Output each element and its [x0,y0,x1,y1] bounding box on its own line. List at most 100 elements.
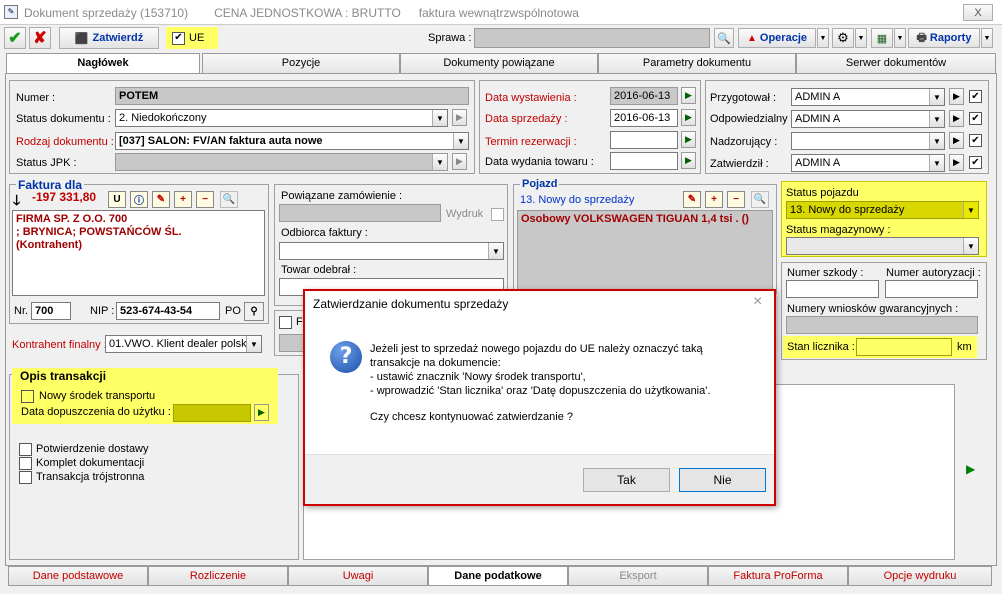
no-button[interactable]: Nie [679,468,766,492]
numer-field[interactable]: POTEM [115,87,469,105]
confirm-button[interactable]: ⬛ Zatwierdź [59,27,159,49]
accept-icon[interactable]: ✔ [4,27,26,49]
f-checkbox[interactable] [279,316,292,329]
powiazane-zamowienie-field[interactable] [279,204,441,222]
komplet-checkbox[interactable] [19,457,32,470]
nr-field[interactable]: 700 [31,302,71,320]
data-wydania-play-icon[interactable]: ▶ [681,152,696,169]
chevron-down-icon: ▼ [432,154,447,170]
nadzorujacy-label: Nadzorujący : [710,136,778,148]
operacje-button[interactable]: ▲ Operacje [738,28,816,48]
odpowiedzialny-play-icon[interactable]: ▶ [949,110,964,127]
raporty-button[interactable]: 🖶 Raporty [908,28,980,48]
remove-icon[interactable]: − [196,191,214,208]
odpowiedzialny-select[interactable]: ADMIN A ▼ [791,110,945,128]
status-dokumentu-select[interactable]: 2. Niedokończony ▼ [115,109,448,127]
pojazd-remove-icon[interactable]: − [727,191,745,208]
data-dopuszczenia-field[interactable] [173,404,251,422]
data-dopuszczenia-play-icon[interactable]: ▶ [254,404,269,421]
potwierdzenie-checkbox[interactable] [19,443,32,456]
add-icon[interactable]: + [174,191,192,208]
numer-szkody-field[interactable] [786,280,879,298]
toolbar: ✔ ✘ ⬛ Zatwierdź ✔ UE Sprawa : 🔍 ▲ Operacje… [0,25,1002,52]
yes-button[interactable]: Tak [583,468,670,492]
tab-dane-podstawowe[interactable]: Dane podstawowe [8,566,148,586]
tab-parametry-dokumentu[interactable]: Parametry dokumentu [598,53,796,73]
odbiorca-faktury-select[interactable]: ▼ [279,242,504,260]
tab-uwagi[interactable]: Uwagi [288,566,428,586]
przygotowal-checkbox[interactable]: ✔ [969,90,982,103]
numery-wnioskow-field[interactable] [786,316,978,334]
tab-rozliczenie[interactable]: Rozliczenie [148,566,288,586]
pojazd-search-icon[interactable]: 🔍 [751,191,769,208]
wydruk-checkbox[interactable] [491,208,504,221]
trojstronna-checkbox[interactable] [19,471,32,484]
gear-dropdown-icon[interactable]: ▼ [855,28,867,48]
pojazd-edit-icon[interactable]: ✎ [683,191,701,208]
gear-icon[interactable]: ⚙ [832,28,854,48]
kontrahent-finalny-select[interactable]: 01.VWO. Klient dealer polski ▼ [105,335,262,353]
stan-licznika-field[interactable] [856,338,952,356]
tab-serwer-dokumentow[interactable]: Serwer dokumentów [796,53,996,73]
client-box[interactable]: FIRMA SP. Z O.O. 700 ; BRYNICA; POWSTAŃC… [12,210,265,296]
status-play-icon[interactable]: ▶ [452,109,467,126]
przygotowal-select[interactable]: ADMIN A ▼ [791,88,945,106]
przygotowal-play-icon[interactable]: ▶ [949,88,964,105]
nadzorujacy-play-icon[interactable]: ▶ [949,132,964,149]
ue-checkbox[interactable]: ✔ [172,31,185,45]
data-wydania-field[interactable] [610,152,678,170]
message-question: Czy chcesz kontynuować zatwierdzanie ? [370,411,573,423]
status-pojazdu-label: Status pojazdu [786,187,859,199]
termin-rezerwacji-field[interactable] [610,131,678,149]
tab-dokumenty-powiazane[interactable]: Dokumenty powiązane [400,53,598,73]
tab-naglowek[interactable]: Nagłówek [6,53,200,74]
pojazd-add-icon[interactable]: + [705,191,723,208]
status-jpk-select[interactable]: ▼ [115,153,448,171]
termin-rezerwacji-play-icon[interactable]: ▶ [681,131,696,148]
search-icon[interactable]: 🔍 [220,191,238,208]
jpk-play-icon[interactable]: ▶ [452,153,467,170]
tab-opcje-wydruku[interactable]: Opcje wydruku [848,566,992,586]
edit-icon[interactable]: ✎ [152,191,170,208]
nip-field[interactable]: 523-674-43-54 [116,302,220,320]
data-wystawienia-field[interactable]: 2016-06-13 [610,87,678,105]
zatwierdzil-play-icon[interactable]: ▶ [949,154,964,171]
palette-icon[interactable]: ▦ [871,28,893,48]
nadzorujacy-checkbox[interactable]: ✔ [969,134,982,147]
stamp-icon: ⬛ [74,32,89,45]
nowy-srodek-label: Nowy środek transportu [39,390,156,402]
operacje-dropdown-icon[interactable]: ▼ [817,28,829,48]
dialog-close-icon[interactable]: × [753,293,762,311]
zatwierdzil-checkbox[interactable]: ✔ [969,156,982,169]
nadzorujacy-select[interactable]: ▼ [791,132,945,150]
vehicle-box[interactable]: Osobowy VOLKSWAGEN TIGUAN 1,4 tsi . () [517,210,773,290]
odpowiedzialny-checkbox[interactable]: ✔ [969,112,982,125]
search-icon[interactable]: 🔍 [714,28,734,48]
person-icon[interactable]: ⚲ [244,302,264,321]
raporty-dropdown-icon[interactable]: ▼ [981,28,993,48]
info-icon[interactable]: ⓘ [130,191,148,208]
data-sprzedazy-field[interactable]: 2016-06-13 [610,109,678,127]
chevron-down-icon: ▼ [432,110,447,126]
sprawa-field[interactable] [474,28,710,48]
status-pojazdu-select[interactable]: 13. Nowy do sprzedaży ▼ [786,201,979,219]
tab-faktura-proforma[interactable]: Faktura ProForma [708,566,848,586]
data-wystawienia-play-icon[interactable]: ▶ [681,87,696,104]
ue-checkbox-area[interactable]: ✔ UE [166,27,218,49]
nowy-srodek-checkbox[interactable] [21,390,34,403]
tab-pozycje[interactable]: Pozycje [202,53,400,73]
u-icon[interactable]: U [108,191,126,208]
numer-autoryzacji-field[interactable] [885,280,978,298]
tab-dane-podatkowe[interactable]: Dane podatkowe [428,566,568,586]
status-magazynowy-select[interactable]: ▼ [786,237,979,255]
expand-arrow-icon[interactable]: ▶ [966,462,975,476]
zatwierdzil-select[interactable]: ADMIN A ▼ [791,154,945,172]
data-sprzedazy-play-icon[interactable]: ▶ [681,109,696,126]
cancel-icon[interactable]: ✘ [29,27,51,49]
rodzaj-dokumentu-select[interactable]: [037] SALON: FV/AN faktura auta nowe ▼ [115,132,469,150]
palette-dropdown-icon[interactable]: ▼ [894,28,906,48]
chevron-down-icon: ▼ [963,238,978,254]
tab-eksport[interactable]: Eksport [568,566,708,586]
close-button[interactable]: X [963,4,993,21]
chevron-down-icon: ▼ [246,336,261,352]
